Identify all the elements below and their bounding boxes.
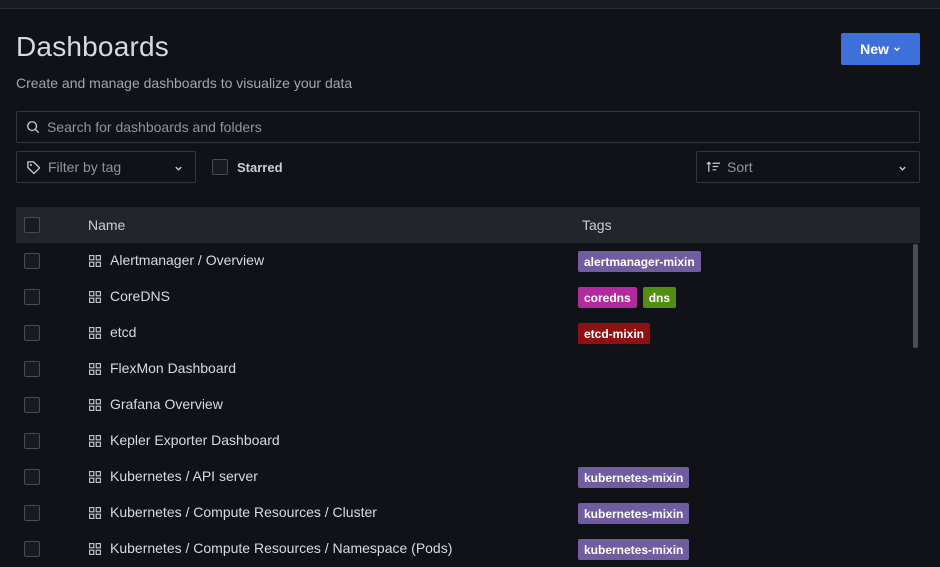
- dashboard-grid-icon: [89, 363, 101, 375]
- chevron-down-icon: [175, 166, 182, 171]
- row-checkbox[interactable]: [24, 433, 40, 449]
- chevron-down-icon: [899, 166, 906, 171]
- page-subtitle: Create and manage dashboards to visualiz…: [16, 75, 353, 91]
- table-header: Name Tags: [16, 207, 920, 243]
- dashboard-name[interactable]: FlexMon Dashboard: [110, 360, 236, 376]
- sort-select[interactable]: Sort: [696, 151, 920, 183]
- dashboard-name[interactable]: Kubernetes / Compute Resources / Cluster: [110, 504, 377, 520]
- tag-filter-placeholder: Filter by tag: [48, 159, 122, 175]
- tag-badge[interactable]: coredns: [578, 287, 637, 308]
- tag-filter-select[interactable]: Filter by tag: [16, 151, 196, 183]
- table-row[interactable]: etcd etcd-mixin: [16, 315, 920, 351]
- sort-placeholder: Sort: [727, 159, 753, 175]
- dashboard-name[interactable]: Alertmanager / Overview: [110, 252, 264, 268]
- tag-list: alertmanager-mixin: [578, 251, 701, 272]
- tag-badge[interactable]: dns: [642, 287, 677, 308]
- tag-list: coredns dns: [578, 287, 677, 308]
- new-button[interactable]: New: [841, 33, 920, 65]
- dashboard-list: Alertmanager / Overview alertmanager-mix…: [16, 243, 920, 567]
- table-row[interactable]: Kubernetes / Compute Resources / Namespa…: [16, 531, 920, 567]
- tag-badge[interactable]: alertmanager-mixin: [578, 251, 701, 272]
- tag-list: etcd-mixin: [578, 323, 651, 344]
- row-checkbox[interactable]: [24, 361, 40, 377]
- dashboard-grid-icon: [89, 327, 101, 339]
- row-checkbox[interactable]: [24, 325, 40, 341]
- table-row[interactable]: Kubernetes / Compute Resources / Cluster…: [16, 495, 920, 531]
- row-checkbox[interactable]: [24, 289, 40, 305]
- table-row[interactable]: Grafana Overview: [16, 387, 920, 423]
- dashboard-grid-icon: [89, 399, 101, 411]
- dashboard-grid-icon: [89, 507, 101, 519]
- starred-checkbox[interactable]: [212, 159, 228, 175]
- dashboard-grid-icon: [89, 471, 101, 483]
- search-placeholder: Search for dashboards and folders: [47, 119, 262, 135]
- select-all-checkbox[interactable]: [24, 217, 40, 233]
- sort-icon: [706, 161, 721, 172]
- list-scrollbar[interactable]: [913, 244, 918, 348]
- tag-badge[interactable]: kubernetes-mixin: [578, 467, 690, 488]
- page-title: Dashboards: [16, 31, 169, 62]
- tag-badge[interactable]: kubernetes-mixin: [578, 539, 690, 560]
- dashboard-name[interactable]: Kubernetes / Compute Resources / Namespa…: [110, 540, 452, 556]
- row-checkbox[interactable]: [24, 469, 40, 485]
- tag-icon: [27, 160, 41, 174]
- row-checkbox[interactable]: [24, 541, 40, 557]
- dashboard-name[interactable]: Grafana Overview: [110, 396, 223, 412]
- dashboard-grid-icon: [89, 291, 101, 303]
- tag-list: kubernetes-mixin: [578, 503, 690, 524]
- row-checkbox[interactable]: [24, 505, 40, 521]
- tag-list: kubernetes-mixin: [578, 467, 690, 488]
- search-icon: [27, 121, 40, 134]
- top-navbar: [0, 0, 940, 9]
- search-input[interactable]: Search for dashboards and folders: [16, 111, 920, 143]
- dashboard-grid-icon: [89, 543, 101, 555]
- column-header-name: Name: [88, 217, 126, 233]
- starred-filter[interactable]: Starred: [212, 159, 283, 175]
- dashboard-grid-icon: [89, 255, 101, 267]
- dashboard-name[interactable]: etcd: [110, 324, 136, 340]
- table-row[interactable]: Kubernetes / API server kubernetes-mixin: [16, 459, 920, 495]
- column-header-tags: Tags: [582, 217, 612, 233]
- new-button-label: New: [860, 41, 889, 57]
- row-checkbox[interactable]: [24, 397, 40, 413]
- chevron-down-icon: [894, 47, 900, 52]
- tag-badge[interactable]: kubernetes-mixin: [578, 503, 690, 524]
- dashboard-name[interactable]: Kepler Exporter Dashboard: [110, 432, 280, 448]
- table-row[interactable]: Alertmanager / Overview alertmanager-mix…: [16, 243, 920, 279]
- starred-label: Starred: [237, 159, 283, 175]
- table-row[interactable]: Kepler Exporter Dashboard: [16, 423, 920, 459]
- tag-list: kubernetes-mixin: [578, 539, 690, 560]
- dashboard-name[interactable]: CoreDNS: [110, 288, 170, 304]
- tag-badge[interactable]: etcd-mixin: [578, 323, 651, 344]
- dashboard-grid-icon: [89, 435, 101, 447]
- table-row[interactable]: FlexMon Dashboard: [16, 351, 920, 387]
- row-checkbox[interactable]: [24, 253, 40, 269]
- table-row[interactable]: CoreDNS coredns dns: [16, 279, 920, 315]
- dashboard-name[interactable]: Kubernetes / API server: [110, 468, 258, 484]
